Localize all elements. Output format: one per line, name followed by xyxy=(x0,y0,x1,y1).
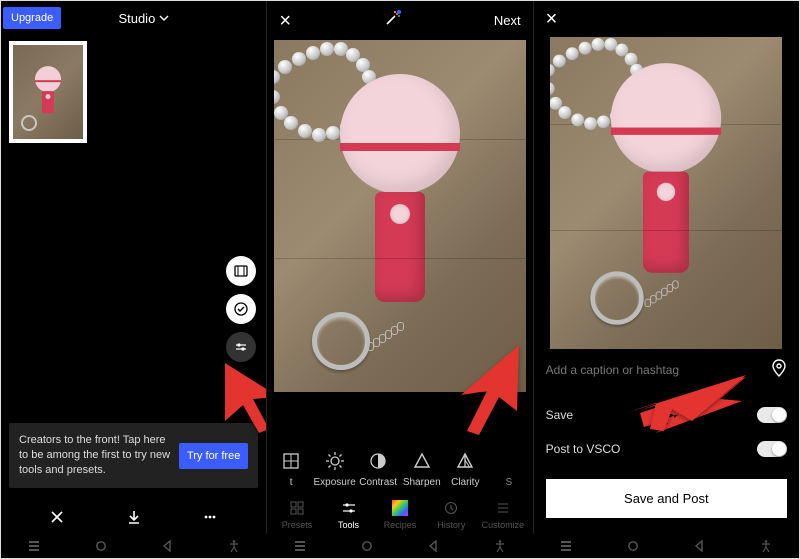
editor-top-bar: × Next xyxy=(267,1,532,40)
caption-input[interactable]: Add a caption or hashtag xyxy=(546,363,679,377)
app-triptych: Upgrade Studio xyxy=(0,0,800,559)
recipes-icon xyxy=(391,499,409,517)
screens-row: Upgrade Studio xyxy=(1,1,799,536)
nav-back-icon[interactable] xyxy=(426,539,440,553)
nav-home-icon[interactable] xyxy=(94,539,108,553)
subject-keyring xyxy=(312,312,370,370)
editor-tabs: Presets Tools Recipes History Customize xyxy=(267,499,532,530)
save-row: Save xyxy=(546,407,787,423)
studio-title: Studio xyxy=(118,11,155,26)
nav-recents-icon[interactable] xyxy=(559,539,573,553)
close-icon[interactable]: × xyxy=(279,11,291,31)
download-icon[interactable] xyxy=(125,508,143,526)
adjust-icon xyxy=(280,450,302,472)
editor-canvas[interactable] xyxy=(274,40,526,392)
sliders-icon[interactable] xyxy=(226,332,256,362)
more-icon[interactable] xyxy=(201,508,219,526)
save-and-post-button[interactable]: Save and Post xyxy=(546,479,787,518)
close-icon[interactable]: × xyxy=(546,9,558,29)
close-icon[interactable] xyxy=(48,508,66,526)
post-vsco-row: Post to VSCO xyxy=(546,441,787,457)
post-vsco-label: Post to VSCO xyxy=(546,442,621,456)
nav-accessibility-icon[interactable] xyxy=(227,539,241,553)
screen-studio: Upgrade Studio xyxy=(1,1,266,536)
chevron-down-icon xyxy=(159,11,169,26)
contrast-icon xyxy=(367,450,389,472)
tool-more[interactable]: S xyxy=(487,450,531,488)
nav-home-icon[interactable] xyxy=(626,539,640,553)
post-vsco-toggle[interactable] xyxy=(757,441,787,457)
tool-exposure[interactable]: Exposure xyxy=(313,450,357,488)
nav-back-icon[interactable] xyxy=(160,539,174,553)
location-pin-icon[interactable] xyxy=(771,359,787,380)
subject-keyring xyxy=(591,271,644,324)
tool-adjust[interactable]: t xyxy=(269,450,313,488)
exposure-icon xyxy=(324,450,346,472)
tool-contrast[interactable]: Contrast xyxy=(356,450,400,488)
side-buttons xyxy=(226,256,256,362)
post-preview xyxy=(550,37,782,349)
studio-top-bar: Upgrade Studio xyxy=(1,1,266,35)
clarity-icon xyxy=(454,450,476,472)
film-icon[interactable] xyxy=(226,256,256,286)
tool-clarity[interactable]: Clarity xyxy=(444,450,488,488)
nav-accessibility-icon[interactable] xyxy=(493,539,507,553)
nav-back-icon[interactable] xyxy=(692,539,706,553)
android-nav-bar xyxy=(1,534,799,558)
screen-post: × xyxy=(533,1,799,536)
subject-microphone xyxy=(340,74,460,302)
post-top-bar: × xyxy=(534,1,799,37)
caption-row: Add a caption or hashtag xyxy=(546,359,787,380)
tools-icon xyxy=(340,499,358,517)
tab-customize[interactable]: Customize xyxy=(478,499,528,530)
promo-text: Creators to the front! Tap here to be am… xyxy=(19,433,171,478)
presets-icon xyxy=(288,499,306,517)
studio-bottom-bar xyxy=(1,508,266,526)
nav-recents-icon[interactable] xyxy=(293,539,307,553)
tab-tools[interactable]: Tools xyxy=(324,499,374,530)
nav-recents-icon[interactable] xyxy=(27,539,41,553)
nav-home-icon[interactable] xyxy=(360,539,374,553)
history-icon xyxy=(442,499,460,517)
tools-row: t Exposure Contrast Sharpen Clarity xyxy=(267,450,532,488)
screen-editor: × Next xyxy=(266,1,532,536)
media-thumbnail[interactable] xyxy=(9,41,87,143)
sharpen-icon xyxy=(411,450,433,472)
tool-sharpen[interactable]: Sharpen xyxy=(400,450,444,488)
tab-history[interactable]: History xyxy=(426,499,476,530)
try-free-button[interactable]: Try for free xyxy=(179,443,248,469)
save-toggle[interactable] xyxy=(757,407,787,423)
studio-dropdown[interactable]: Studio xyxy=(118,11,169,26)
save-label: Save xyxy=(546,408,573,422)
tab-presets[interactable]: Presets xyxy=(272,499,322,530)
nav-accessibility-icon[interactable] xyxy=(759,539,773,553)
tab-recipes[interactable]: Recipes xyxy=(375,499,425,530)
subject-microphone xyxy=(611,63,721,273)
upgrade-button[interactable]: Upgrade xyxy=(3,7,61,29)
next-button[interactable]: Next xyxy=(494,13,521,28)
subject-chain xyxy=(645,282,682,310)
magic-wand-icon[interactable] xyxy=(382,9,402,32)
promo-banner: Creators to the front! Tap here to be am… xyxy=(9,423,258,488)
subject-chain xyxy=(367,324,407,354)
customize-icon xyxy=(494,499,512,517)
effects-icon[interactable] xyxy=(226,294,256,324)
